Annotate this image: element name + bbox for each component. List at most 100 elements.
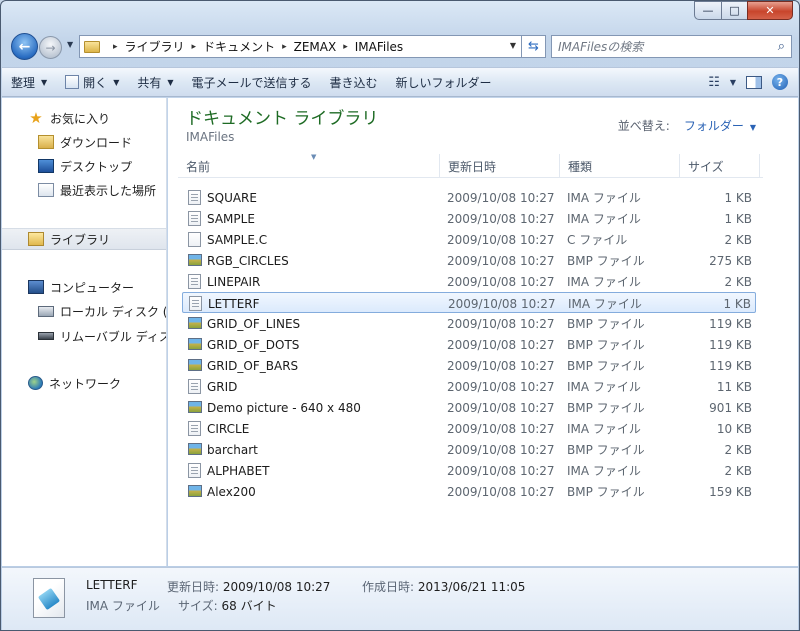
- file-date: 2009/10/08 10:27: [448, 296, 556, 311]
- search-placeholder: IMAFilesの検索: [558, 40, 644, 54]
- nav-item-libraries[interactable]: ライブラリ: [2, 228, 166, 250]
- file-row[interactable]: LINEPAIR 2009/10/08 10:27 IMA ファイル 2 KB: [182, 271, 756, 292]
- nav-item-network[interactable]: ネットワーク: [28, 372, 121, 394]
- help-icon[interactable]: ?: [772, 74, 788, 90]
- file-date: 2009/10/08 10:27: [447, 211, 555, 226]
- file-row[interactable]: SAMPLE 2009/10/08 10:27 IMA ファイル 1 KB: [182, 208, 756, 229]
- nav-item-removable-disk[interactable]: リムーバブル ディスク: [38, 325, 166, 347]
- breadcrumb-separator[interactable]: ▸: [113, 42, 118, 52]
- maximize-button[interactable]: □: [721, 1, 747, 20]
- breadcrumb-separator[interactable]: ▸: [192, 42, 197, 52]
- address-bar[interactable]: ▸ ライブラリ ▸ ドキュメント ▸ ZEMAX ▸ IMAFiles ▼: [79, 35, 522, 58]
- refresh-icon: ⇆: [528, 39, 539, 54]
- file-row[interactable]: SQUARE 2009/10/08 10:27 IMA ファイル 1 KB: [182, 187, 756, 208]
- file-row[interactable]: GRID_OF_BARS 2009/10/08 10:27 BMP ファイル 119 …: [182, 355, 756, 376]
- folder-icon: [84, 40, 100, 53]
- bmp-file-icon: [188, 443, 202, 455]
- file-row[interactable]: SAMPLE.C 2009/10/08 10:27 C ファイル 2 KB: [182, 229, 756, 250]
- file-size: 10 KB: [716, 421, 752, 436]
- file-type: BMP ファイル: [567, 317, 645, 331]
- burn-button[interactable]: 書き込む: [321, 68, 387, 96]
- nav-item-favorites[interactable]: ★ お気に入り: [28, 107, 110, 129]
- open-button[interactable]: 開く ▼: [56, 68, 128, 96]
- view-options-icon[interactable]: ☷: [708, 75, 720, 90]
- email-label: 電子メールで送信する: [191, 75, 312, 90]
- file-row[interactable]: GRID_OF_DOTS 2009/10/08 10:27 BMP ファイル 119 …: [182, 334, 756, 355]
- breadcrumb-imafiles[interactable]: IMAFiles: [355, 40, 403, 54]
- file-row[interactable]: CIRCLE 2009/10/08 10:27 IMA ファイル 10 KB: [182, 418, 756, 439]
- nav-item-computer[interactable]: コンピューター: [28, 276, 134, 298]
- preview-pane-icon[interactable]: [746, 75, 762, 89]
- column-header-date[interactable]: 更新日時: [440, 154, 560, 178]
- breadcrumb-libraries[interactable]: ライブラリ: [125, 38, 185, 55]
- new-folder-button[interactable]: 新しいフォルダー: [387, 68, 501, 96]
- file-date: 2009/10/08 10:27: [447, 463, 555, 478]
- breadcrumb-separator[interactable]: ▸: [343, 42, 348, 52]
- file-size: 275 KB: [709, 253, 752, 268]
- bmp-file-icon: [188, 359, 202, 371]
- search-icon[interactable]: ⌕: [778, 39, 785, 54]
- organize-button[interactable]: 整理 ▼: [2, 68, 56, 96]
- computer-icon: [28, 280, 44, 294]
- breadcrumb-documents[interactable]: ドキュメント: [203, 38, 275, 55]
- nav-label: ダウンロード: [60, 135, 133, 150]
- chevron-down-icon[interactable]: ▼: [750, 123, 756, 132]
- file-row[interactable]: barchart 2009/10/08 10:27 BMP ファイル 2 KB: [182, 439, 756, 460]
- forward-button[interactable]: →: [39, 36, 62, 59]
- file-size: 11 KB: [716, 379, 752, 394]
- column-header-type[interactable]: 種類: [560, 154, 680, 178]
- column-label: 更新日時: [448, 159, 497, 174]
- file-type: IMA ファイル: [567, 422, 641, 436]
- file-name: RGB_CIRCLES: [207, 253, 289, 268]
- file-row[interactable]: Demo picture - 640 x 480 2009/10/08 10:27…: [182, 397, 756, 418]
- library-title: ドキュメント ライブラリ: [186, 109, 379, 129]
- file-date: 2009/10/08 10:27: [447, 484, 555, 499]
- file-row[interactable]: GRID 2009/10/08 10:27 IMA ファイル 11 KB: [182, 376, 756, 397]
- file-row[interactable]: RGB_CIRCLES 2009/10/08 10:27 BMP ファイル 275 K…: [182, 250, 756, 271]
- back-button[interactable]: ←: [11, 33, 38, 60]
- ima-file-icon: [188, 190, 201, 205]
- ima-file-icon: [189, 296, 202, 311]
- file-date: 2009/10/08 10:27: [447, 337, 555, 352]
- file-name: LETTERF: [208, 296, 260, 311]
- breadcrumb-zemax[interactable]: ZEMAX: [294, 40, 337, 54]
- share-button[interactable]: 共有 ▼: [128, 68, 182, 96]
- file-type: BMP ファイル: [567, 338, 645, 352]
- file-name: GRID: [207, 379, 238, 394]
- search-input[interactable]: IMAFilesの検索 ⌕: [551, 35, 792, 58]
- chevron-down-icon[interactable]: ▼: [730, 78, 736, 87]
- file-name: Demo picture - 640 x 480: [207, 400, 361, 415]
- nav-item-local-disk[interactable]: ローカル ディスク (C: [38, 300, 166, 322]
- file-date: 2009/10/08 10:27: [447, 253, 555, 268]
- file-row[interactable]: ALPHABET 2009/10/08 10:27 IMA ファイル 2 KB: [182, 460, 756, 481]
- burn-label: 書き込む: [329, 75, 378, 90]
- network-icon: [28, 376, 43, 390]
- nav-item-desktop[interactable]: デスクトップ: [38, 155, 132, 177]
- minimize-button[interactable]: —: [694, 1, 721, 20]
- file-row[interactable]: LETTERF 2009/10/08 10:27 IMA ファイル 1 KB: [182, 292, 756, 313]
- address-dropdown-icon[interactable]: ▼: [510, 41, 516, 50]
- breadcrumb-separator[interactable]: ▸: [282, 42, 287, 52]
- file-row[interactable]: Alex200 2009/10/08 10:27 BMP ファイル 159 KB: [182, 481, 756, 502]
- file-name: Alex200: [207, 484, 256, 499]
- recent-pages-dropdown[interactable]: ▼: [67, 40, 73, 49]
- toolbar-right: ☷ ▼ ?: [708, 74, 798, 90]
- column-header-name[interactable]: 名前: [178, 154, 440, 178]
- navigation-pane: ★ お気に入り ダウンロード デスクトップ 最近表示した場所 ライブラリ コンピュ…: [2, 98, 167, 566]
- file-row[interactable]: GRID_OF_LINES 2009/10/08 10:27 BMP ファイル 119…: [182, 313, 756, 334]
- chevron-down-icon: ▼: [113, 77, 120, 87]
- email-button[interactable]: 電子メールで送信する: [183, 68, 321, 96]
- nav-item-downloads[interactable]: ダウンロード: [38, 131, 132, 153]
- column-header-size[interactable]: サイズ: [680, 154, 760, 178]
- nav-item-recent[interactable]: 最近表示した場所: [38, 179, 156, 201]
- refresh-button[interactable]: ⇆: [522, 35, 546, 58]
- details-file-type: IMA ファイル: [86, 599, 160, 613]
- file-name: GRID_OF_DOTS: [207, 337, 300, 352]
- close-button[interactable]: ✕: [747, 1, 793, 20]
- file-type: BMP ファイル: [567, 401, 645, 415]
- ima-file-icon: [188, 421, 201, 436]
- nav-label: 最近表示した場所: [60, 183, 157, 198]
- file-date: 2009/10/08 10:27: [447, 316, 555, 331]
- open-label: 開く: [83, 75, 108, 90]
- arrange-by-dropdown[interactable]: フォルダー: [684, 119, 744, 133]
